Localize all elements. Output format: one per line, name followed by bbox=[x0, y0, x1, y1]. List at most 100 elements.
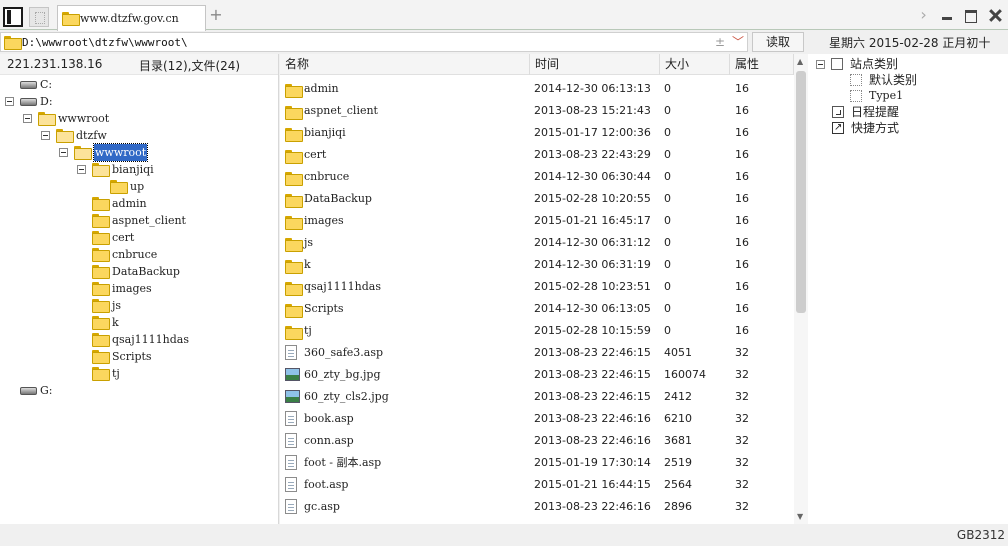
collapse-icon[interactable] bbox=[77, 165, 86, 174]
tree-node[interactable]: qsaj1111hdas bbox=[0, 331, 278, 348]
category-item-type1[interactable]: Type1 bbox=[850, 88, 990, 104]
column-time[interactable]: 时间 bbox=[530, 54, 660, 75]
scrollbar-thumb[interactable] bbox=[796, 71, 806, 313]
file-row[interactable]: 360_safe3.asp 2013-08-23 22:46:15 4051 32 bbox=[280, 342, 794, 364]
shortcuts[interactable]: 快捷方式 bbox=[832, 120, 972, 136]
file-size: 0 bbox=[664, 104, 671, 117]
file-row[interactable]: foot - 副本.asp 2015-01-19 17:30:14 2519 32 bbox=[280, 452, 794, 474]
file-attr: 16 bbox=[735, 126, 749, 139]
folder-icon bbox=[110, 180, 128, 194]
file-row[interactable]: tj 2015-02-28 10:15:59 0 16 bbox=[280, 320, 794, 342]
path-input[interactable] bbox=[22, 35, 682, 50]
folder-icon bbox=[285, 128, 303, 142]
category-item-default[interactable]: 默认类别 bbox=[850, 72, 990, 88]
file-icon bbox=[285, 477, 297, 492]
file-attr: 16 bbox=[735, 302, 749, 315]
file-time: 2013-08-23 22:46:16 bbox=[534, 434, 651, 447]
tree-node[interactable]: wwwroot bbox=[0, 110, 278, 127]
file-attr: 32 bbox=[735, 456, 749, 469]
file-name: foot - 副本.asp bbox=[304, 456, 382, 469]
scroll-up-icon[interactable]: ▲ bbox=[797, 57, 803, 66]
file-list-header: 名称 时间 大小 属性 bbox=[280, 54, 808, 75]
bookmark-icon[interactable]: ± bbox=[715, 35, 725, 49]
file-size: 3681 bbox=[664, 434, 692, 447]
file-row[interactable]: DataBackup 2015-02-28 10:20:55 0 16 bbox=[280, 188, 794, 210]
file-row[interactable]: k 2014-12-30 06:31:19 0 16 bbox=[280, 254, 794, 276]
tree-node[interactable]: cnbruce bbox=[0, 246, 278, 263]
file-row[interactable]: aspnet_client 2013-08-23 15:21:43 0 16 bbox=[280, 100, 794, 122]
tree-node[interactable]: D: bbox=[0, 93, 278, 110]
tree-node[interactable]: Scripts bbox=[0, 348, 278, 365]
file-name: gc.asp bbox=[304, 500, 340, 513]
file-row[interactable]: bianjiqi 2015-01-17 12:00:36 0 16 bbox=[280, 122, 794, 144]
tab-bar: www.dtzfw.gov.cn + › bbox=[0, 0, 1008, 31]
chevron-down-icon[interactable]: ﹀ bbox=[732, 33, 744, 50]
file-row[interactable]: foot.asp 2015-01-21 16:44:15 2564 32 bbox=[280, 474, 794, 496]
file-time: 2013-08-23 22:43:29 bbox=[534, 148, 651, 161]
file-size: 0 bbox=[664, 302, 671, 315]
blank-page-icon[interactable] bbox=[29, 7, 49, 27]
window-controls: › bbox=[913, 7, 1004, 25]
read-button[interactable]: 读取 bbox=[752, 32, 804, 52]
vertical-scrollbar[interactable]: ▲ ▼ bbox=[794, 54, 808, 524]
tab-title: www.dtzfw.gov.cn bbox=[80, 12, 179, 25]
file-row[interactable]: 60_zty_bg.jpg 2013-08-23 22:46:15 160074 32 bbox=[280, 364, 794, 386]
column-attr[interactable]: 属性 bbox=[730, 54, 794, 75]
collapse-icon[interactable] bbox=[59, 148, 68, 157]
tab-site[interactable]: www.dtzfw.gov.cn bbox=[57, 5, 206, 31]
collapse-icon[interactable] bbox=[23, 114, 32, 123]
file-row[interactable]: Scripts 2014-12-30 06:13:05 0 16 bbox=[280, 298, 794, 320]
tree-node[interactable]: dtzfw bbox=[0, 127, 278, 144]
folder-icon bbox=[56, 129, 74, 143]
tree-node[interactable]: bianjiqi bbox=[0, 161, 278, 178]
file-row[interactable]: images 2015-01-21 16:45:17 0 16 bbox=[280, 210, 794, 232]
schedule-reminder[interactable]: 日程提醒 bbox=[832, 104, 972, 120]
file-name: images bbox=[304, 214, 344, 227]
file-row[interactable]: cert 2013-08-23 22:43:29 0 16 bbox=[280, 144, 794, 166]
add-tab-button[interactable]: + bbox=[208, 7, 224, 23]
category-root[interactable]: 站点类别 bbox=[816, 56, 966, 72]
file-icon bbox=[285, 499, 297, 514]
tree-node[interactable]: aspnet_client bbox=[0, 212, 278, 229]
tree-node[interactable]: cert bbox=[0, 229, 278, 246]
file-name: book.asp bbox=[304, 412, 354, 425]
file-row[interactable]: qsaj1111hdas 2015-02-28 10:23:51 0 16 bbox=[280, 276, 794, 298]
column-size[interactable]: 大小 bbox=[660, 54, 730, 75]
folder-icon bbox=[285, 194, 303, 208]
file-row[interactable]: admin 2014-12-30 06:13:13 0 16 bbox=[280, 78, 794, 100]
collapse-icon[interactable] bbox=[41, 131, 50, 140]
collapse-icon[interactable] bbox=[5, 97, 14, 106]
file-icon bbox=[285, 433, 297, 448]
file-row[interactable]: 60_zty_cls2.jpg 2013-08-23 22:46:15 2412 32 bbox=[280, 386, 794, 408]
minimize-icon[interactable] bbox=[938, 7, 956, 25]
panel-toggle-icon[interactable] bbox=[3, 7, 23, 27]
tree-node[interactable]: up bbox=[0, 178, 278, 195]
file-row[interactable]: cnbruce 2014-12-30 06:30:44 0 16 bbox=[280, 166, 794, 188]
folder-icon bbox=[92, 197, 110, 211]
tree-node-label: wwwroot bbox=[92, 143, 149, 162]
file-size: 2519 bbox=[664, 456, 692, 469]
chevron-right-icon[interactable]: › bbox=[915, 7, 933, 25]
collapse-icon[interactable] bbox=[816, 60, 825, 69]
close-icon[interactable] bbox=[986, 7, 1004, 25]
file-row[interactable]: book.asp 2013-08-23 22:46:16 6210 32 bbox=[280, 408, 794, 430]
column-name[interactable]: 名称 bbox=[280, 54, 530, 75]
file-row[interactable]: gc.asp 2013-08-23 22:46:16 2896 32 bbox=[280, 496, 794, 518]
tree-node[interactable]: js bbox=[0, 297, 278, 314]
tree-node[interactable]: C: bbox=[0, 76, 278, 93]
file-row[interactable]: conn.asp 2013-08-23 22:46:16 3681 32 bbox=[280, 430, 794, 452]
tree-node[interactable]: G: bbox=[0, 382, 278, 399]
tree-node[interactable]: wwwroot bbox=[0, 143, 278, 162]
file-name: 60_zty_bg.jpg bbox=[304, 368, 381, 381]
tree-node[interactable]: images bbox=[0, 280, 278, 297]
tree-node[interactable]: DataBackup bbox=[0, 263, 278, 280]
tree-node[interactable]: tj bbox=[0, 365, 278, 382]
file-row[interactable]: js 2014-12-30 06:31:12 0 16 bbox=[280, 232, 794, 254]
category-root-label: 站点类别 bbox=[850, 57, 899, 71]
maximize-icon[interactable] bbox=[962, 7, 980, 25]
tree-node[interactable]: k bbox=[0, 314, 278, 331]
file-size: 160074 bbox=[664, 368, 706, 381]
tree-node[interactable]: admin bbox=[0, 195, 278, 212]
scroll-down-icon[interactable]: ▼ bbox=[797, 512, 803, 521]
encoding-indicator[interactable]: GB2312 bbox=[957, 528, 1005, 542]
